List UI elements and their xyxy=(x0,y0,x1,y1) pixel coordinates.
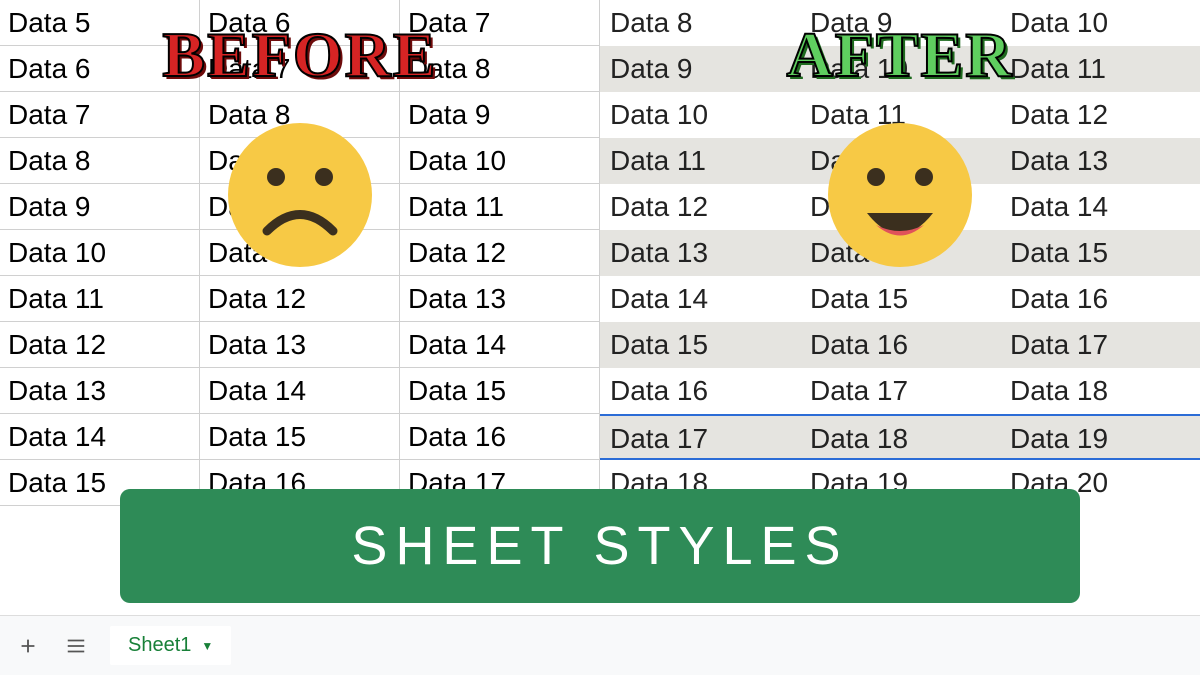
cell[interactable]: Data 16 xyxy=(800,322,1000,368)
cell[interactable]: Data 10 xyxy=(400,138,600,184)
cell[interactable]: Data 12 xyxy=(600,184,800,230)
cell[interactable]: Data 15 xyxy=(400,368,600,414)
sad-face-icon xyxy=(225,120,375,270)
cell[interactable]: Data 13 xyxy=(400,276,600,322)
cell[interactable]: Data 14 xyxy=(0,414,200,460)
cell[interactable]: Data 15 xyxy=(1000,230,1200,276)
cell[interactable]: Data 15 xyxy=(200,414,400,460)
cell[interactable]: Data 17 xyxy=(1000,322,1200,368)
cell[interactable]: Data 16 xyxy=(1000,276,1200,322)
cell[interactable]: Data 17 xyxy=(600,414,800,460)
cell[interactable]: Data 16 xyxy=(600,368,800,414)
cell[interactable]: Data 12 xyxy=(1000,92,1200,138)
cell[interactable]: Data 7 xyxy=(0,92,200,138)
cell[interactable]: Data 13 xyxy=(1000,138,1200,184)
cell[interactable]: Data 19 xyxy=(1000,414,1200,460)
cell[interactable]: Data 9 xyxy=(600,46,800,92)
after-label: AFTER xyxy=(787,18,1014,92)
cell[interactable]: Data 12 xyxy=(200,276,400,322)
cell[interactable]: Data 13 xyxy=(200,322,400,368)
cell[interactable]: Data 16 xyxy=(400,414,600,460)
sheet-styles-banner: SHEET STYLES xyxy=(120,489,1080,603)
cell[interactable]: Data 14 xyxy=(200,368,400,414)
cell[interactable]: Data 12 xyxy=(400,230,600,276)
sheet-tab[interactable]: Sheet1 ▼ xyxy=(110,626,231,665)
chevron-down-icon: ▼ xyxy=(201,639,213,653)
cell[interactable]: Data 15 xyxy=(800,276,1000,322)
cell[interactable]: Data 10 xyxy=(600,92,800,138)
cell[interactable]: Data 17 xyxy=(800,368,1000,414)
cell[interactable]: Data 11 xyxy=(1000,46,1200,92)
cell[interactable]: Data 13 xyxy=(0,368,200,414)
cell[interactable]: Data 12 xyxy=(0,322,200,368)
cell[interactable]: Data 10 xyxy=(1000,0,1200,46)
happy-face-icon xyxy=(825,120,975,270)
cell[interactable]: Data 14 xyxy=(400,322,600,368)
cell[interactable]: Data 14 xyxy=(600,276,800,322)
add-sheet-button[interactable] xyxy=(14,632,42,660)
sheet-tab-bar: Sheet1 ▼ xyxy=(0,615,1200,675)
cell[interactable]: Data 11 xyxy=(400,184,600,230)
cell[interactable]: Data 10 xyxy=(0,230,200,276)
cell[interactable]: Data 15 xyxy=(600,322,800,368)
cell[interactable]: Data 11 xyxy=(0,276,200,322)
cell[interactable]: Data 9 xyxy=(0,184,200,230)
cell[interactable]: Data 8 xyxy=(600,0,800,46)
cell[interactable]: Data 8 xyxy=(0,138,200,184)
before-label: BEFORE xyxy=(162,18,437,92)
cell[interactable]: Data 11 xyxy=(600,138,800,184)
sheet-tab-label: Sheet1 xyxy=(128,634,191,657)
cell[interactable]: Data 18 xyxy=(1000,368,1200,414)
cell[interactable]: Data 14 xyxy=(1000,184,1200,230)
cell[interactable]: Data 13 xyxy=(600,230,800,276)
all-sheets-button[interactable] xyxy=(62,632,90,660)
cell[interactable]: Data 9 xyxy=(400,92,600,138)
cell[interactable]: Data 18 xyxy=(800,414,1000,460)
